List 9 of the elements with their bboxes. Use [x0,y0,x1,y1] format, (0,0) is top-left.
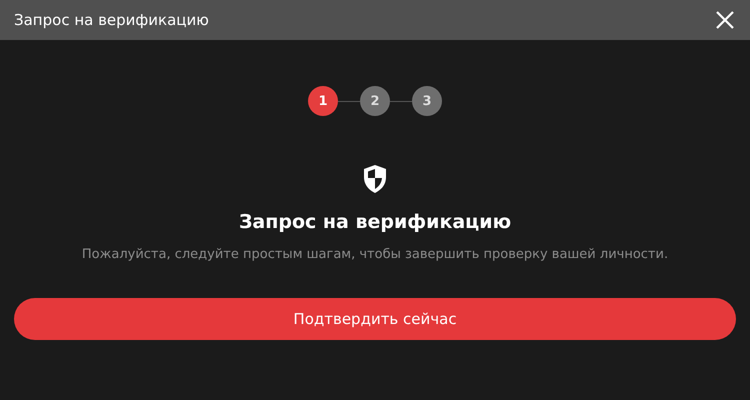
step-indicator: 1 [308,86,338,116]
step-indicator: 3 [412,86,442,116]
shield-icon [362,164,388,194]
close-icon[interactable] [716,11,734,29]
heading: Запрос на верификацию [238,211,512,233]
confirm-button[interactable]: Подтвердить сейчас [14,298,736,340]
description: Пожалуйста, следуйте простым шагам, чтобы завершить проверку вашей личности. [80,247,670,262]
window-title: Запрос на верификацию [14,11,209,29]
step-indicator: 2 [360,86,390,116]
